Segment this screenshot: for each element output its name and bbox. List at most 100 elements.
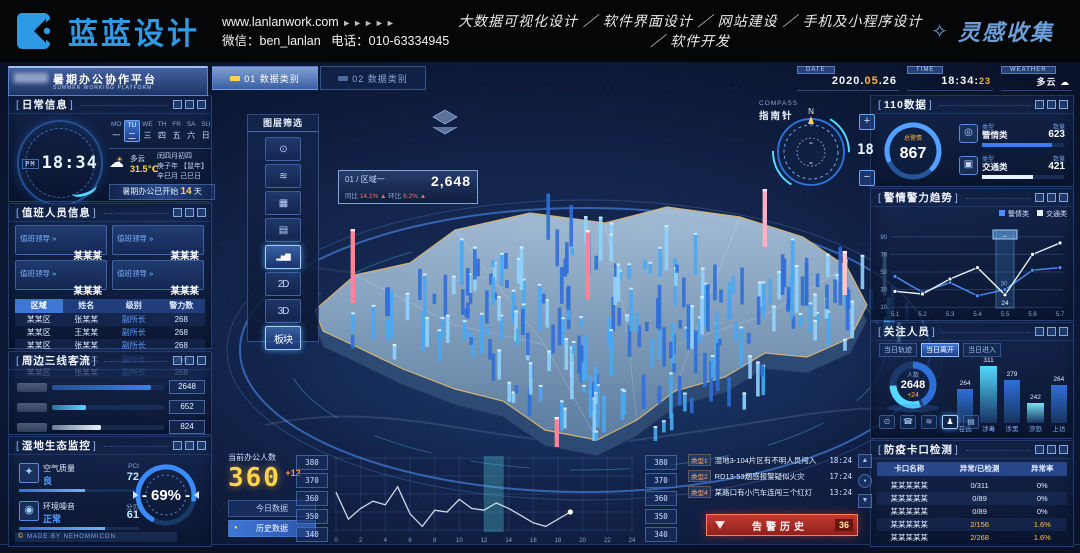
checkpoint-cell: 0/89 (942, 505, 1018, 518)
weekday-mo[interactable]: MO一 (109, 120, 124, 142)
building-layer[interactable]: ▦ (265, 191, 301, 215)
panel-controls[interactable] (1035, 193, 1068, 202)
svg-text:总警情: 总警情 (904, 134, 922, 142)
chart-layer[interactable]: ▂▅▇ (265, 245, 301, 269)
duty-card[interactable]: 值班领导 »某某某 (112, 260, 204, 290)
panel-controls[interactable] (1035, 327, 1068, 336)
person-tool[interactable]: ♟ (942, 415, 958, 429)
focus-bar: 279涉黑 (1004, 380, 1020, 423)
list-layer[interactable]: ▤ (265, 218, 301, 242)
mode-block[interactable]: 板块 (265, 326, 301, 350)
cloud-icon: ☁ (1060, 77, 1070, 87)
svg-text:12: 12 (481, 538, 488, 544)
svg-text:人数: 人数 (907, 371, 919, 379)
leaf-icon: ✦ (19, 463, 39, 483)
panel-focus-people: [关注人员] 当日轨迹当日离开当日进入 人数2648+24 264在逃311涉毒… (870, 322, 1074, 439)
panel-eco-monitor: [湿地生态监控] ✦空气质量良PCI72◉环境噪音正常分贝61 - 69% - … (8, 436, 212, 547)
duty-table-row[interactable]: 某某区张某某副所长268 (15, 313, 205, 326)
compass-dial[interactable]: N⌃⌄ (765, 106, 857, 198)
time-box: TIME 18:34:23 (907, 66, 993, 91)
duty-card[interactable]: 值班领导 »某某某 (112, 225, 204, 255)
panel-controls[interactable] (173, 100, 206, 109)
svg-text:5.1: 5.1 (891, 312, 900, 318)
checkpoint-row[interactable]: 某某某某某2/1561.6% (877, 518, 1067, 531)
date-box: DATE 2020.05.26 (797, 66, 899, 91)
panel-checkpoint: [防疫卡口检测] 卡口名称异常/已检测异常率某某某某某0/3110%某某某某某0… (870, 440, 1074, 547)
lanlan-logo-icon (16, 11, 60, 51)
panel-controls[interactable] (173, 208, 206, 217)
card-tool[interactable]: ▤ (963, 415, 979, 429)
checkpoint-row[interactable]: 某某某某某2/2681.6% (877, 531, 1067, 544)
duty-cell: 副所长 (110, 326, 158, 339)
mode-2d[interactable]: 2D (265, 272, 301, 296)
panel-controls[interactable] (173, 356, 206, 365)
checkpoint-col-header: 异常率 (1018, 462, 1067, 476)
occupancy-value: 360 (228, 463, 281, 493)
panel-controls[interactable] (1035, 445, 1068, 454)
focus-tab-2[interactable]: 当日进入 (963, 343, 1001, 357)
panel-title: 值班人员信息 (22, 205, 91, 220)
alert-history-banner[interactable]: 告警历史 36 (706, 514, 858, 536)
cloud-sun-icon: ☁☀ (109, 154, 124, 175)
platform-subtitle: SUMMER WORKING PLATFORM (53, 85, 152, 91)
website-link[interactable]: www.lanlanwork.com (222, 15, 339, 29)
checkpoint-row[interactable]: 某某某某某0/890% (877, 492, 1067, 505)
collect-label: 灵感收集 (958, 15, 1054, 47)
panel-header: [日常信息] (9, 96, 211, 114)
signal-layer[interactable]: ≋ (265, 164, 301, 188)
weekday-fr[interactable]: FR五 (169, 120, 184, 142)
duty-cell: 王某某 (63, 326, 111, 339)
camera-layer[interactable]: ⊙ (265, 137, 301, 161)
weekday-we[interactable]: WE三 (140, 120, 155, 142)
checkpoint-cell: 2/156 (942, 518, 1018, 531)
tab-data-category-01[interactable]: 01 数据类别 (212, 66, 318, 90)
flow-label-pill (17, 383, 47, 392)
panel-daily-info: [日常信息] PM18:34 MO一TU二WE三TH四FR五SA六SU日 ☁☀ … (8, 95, 212, 202)
signal-tool[interactable]: ≋ (921, 415, 937, 429)
alert-row[interactable]: 类型1湿地3-104片区有不明人员闯入18:24 (688, 452, 852, 468)
weekday-sa[interactable]: SA六 (184, 120, 199, 142)
week-strip: MO一TU二WE三TH四FR五SA六SU日 (109, 120, 213, 142)
duty-cell: 某某区 (15, 313, 63, 326)
duty-col-header: 姓名 (63, 299, 111, 313)
svg-text:5.3: 5.3 (946, 312, 955, 318)
zoom-out-button[interactable]: − (859, 170, 875, 186)
svg-text:70: 70 (880, 252, 887, 258)
alert-scrollbar[interactable]: ▲●▼ (858, 454, 872, 508)
inspiration-collect[interactable]: ✧ 灵感收集 (931, 15, 1054, 47)
app-root: 蓝蓝设计 www.lanlanwork.com ►►►►► 微信：ben_lan… (0, 0, 1080, 553)
panel-title: 110数据 (884, 97, 927, 112)
panel-controls[interactable] (173, 441, 206, 450)
checkpoint-row[interactable]: 某某某某某0/3110% (877, 479, 1067, 492)
mode-3d[interactable]: 3D (265, 299, 301, 323)
camera-tool[interactable]: ⊙ (879, 415, 895, 429)
building-layer-icon: ▦ (279, 198, 287, 209)
checkpoint-row[interactable]: 某某某某某0/890% (877, 505, 1067, 518)
checkpoint-cell: 1.6% (1018, 518, 1067, 531)
phone-tool[interactable]: ☎ (900, 415, 916, 429)
signal-layer-icon: ≋ (279, 171, 286, 182)
panel-controls[interactable] (1035, 100, 1068, 109)
zoom-in-button[interactable]: + (859, 114, 875, 130)
tab-data-category-02[interactable]: 02 数据类别 (320, 66, 426, 90)
svg-text:5.4: 5.4 (973, 312, 982, 318)
svg-text:5.6: 5.6 (1028, 312, 1037, 318)
weekday-th[interactable]: TH四 (155, 120, 170, 142)
checkpoint-cell: 1.6% (1018, 531, 1067, 544)
panel-title: 周边三线客流 (22, 353, 91, 368)
alert-row[interactable]: 类型2RD13-53烟感报警疑似火灾17:24 (688, 468, 852, 484)
alert-row[interactable]: 类型4某路口有小汽车连闯三个红灯13:24 (688, 484, 852, 500)
scroll-down-icon: ▼ (858, 494, 872, 508)
svg-text:- 69% -: - 69% - (142, 487, 190, 504)
mode-2d-label: 2D (278, 279, 289, 290)
phone-value: 010-63334945 (369, 34, 450, 48)
flow-label-pill (17, 423, 47, 432)
flow-value: 2648 (169, 380, 205, 394)
duty-table-row[interactable]: 某某区王某某副所长268 (15, 326, 205, 339)
compass-widget: COMPASS 指南针 N⌃⌄ + − 18 (757, 100, 879, 198)
duty-card[interactable]: 值班领导 »某某某 (15, 260, 107, 290)
weekday-su[interactable]: SU日 (198, 120, 213, 142)
weekday-tu[interactable]: TU二 (124, 120, 141, 142)
mode-3d-label: 3D (278, 306, 289, 317)
duty-card[interactable]: 值班领导 »某某某 (15, 225, 107, 255)
